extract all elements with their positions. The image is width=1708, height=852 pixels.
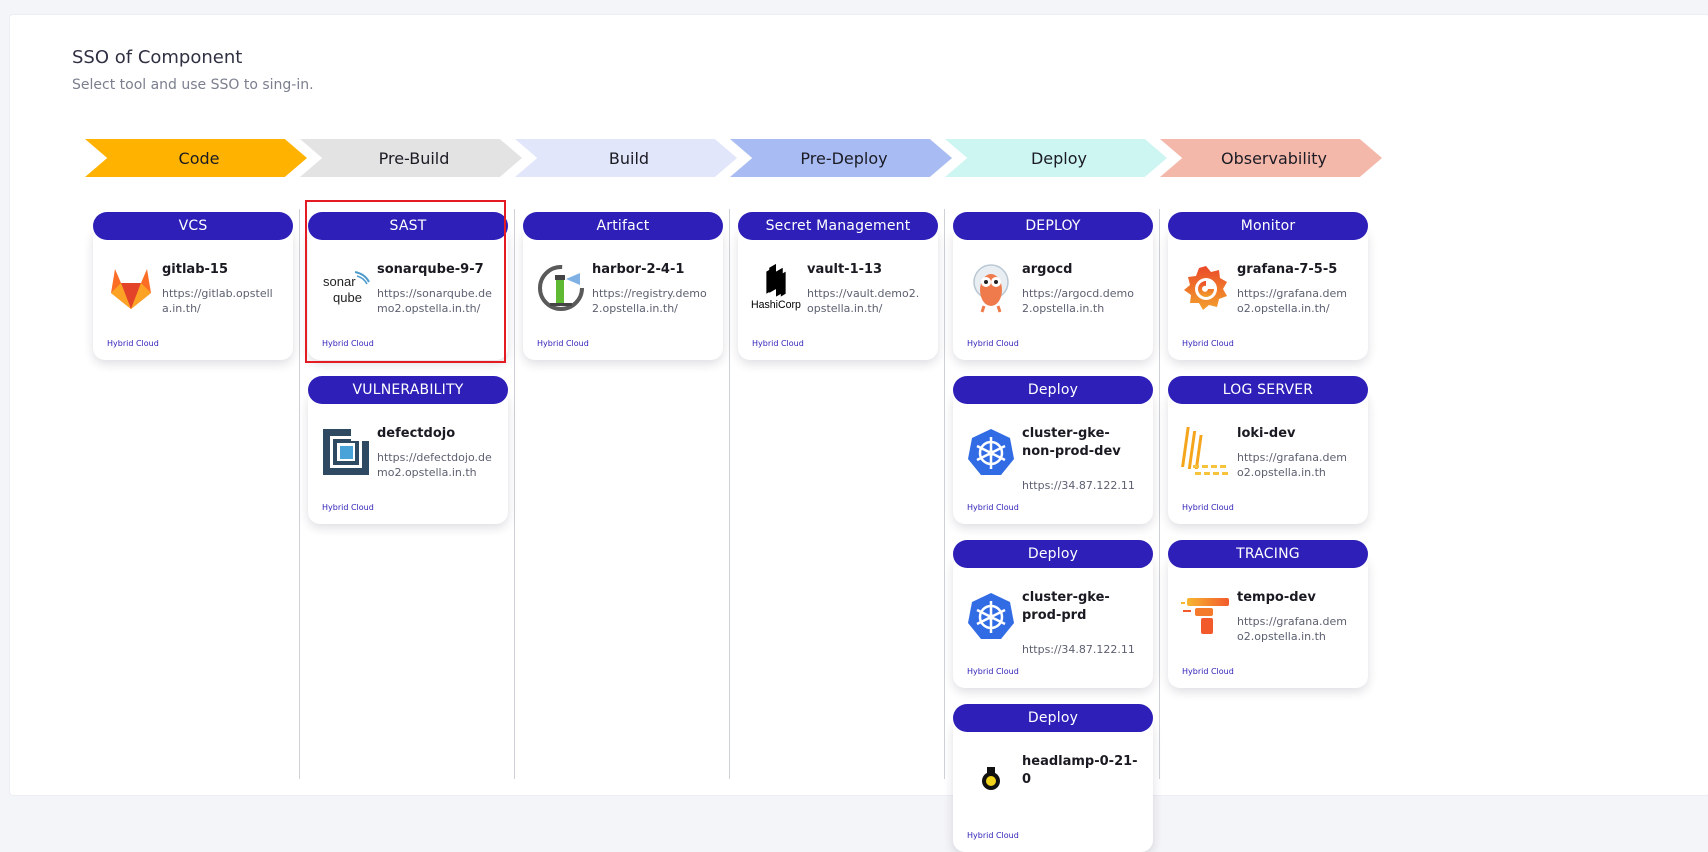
tool-url[interactable]: https://34.87.122.11: [1022, 478, 1137, 493]
hybrid-cloud-tag: Hybrid Cloud: [107, 339, 159, 348]
column-divider: [729, 209, 730, 779]
hybrid-cloud-tag: Hybrid Cloud: [322, 503, 374, 512]
hybrid-cloud-tag: Hybrid Cloud: [967, 831, 1019, 840]
card-category: Secret Management: [738, 212, 938, 240]
card-body[interactable]: cluster-gke-prod-prd https://34.87.122.11…: [953, 554, 1153, 688]
column-divider: [944, 209, 945, 779]
svg-text:sonar: sonar: [323, 274, 356, 289]
tool-name: cluster-gke-non-prod-dev: [1022, 426, 1121, 459]
card-body[interactable]: loki-dev https://grafana.demo2.opstella.i…: [1168, 390, 1368, 524]
tool-card-loki-dev[interactable]: LOG SERVER loki-dev https://grafana.demo2.…: [1168, 376, 1368, 524]
hybrid-cloud-tag: Hybrid Cloud: [752, 339, 804, 348]
card-body[interactable]: tempo-dev https://grafana.demo2.opstella.…: [1168, 554, 1368, 688]
card-body[interactable]: harbor-2-4-1 https://registry.demo2.opste…: [523, 226, 723, 360]
card-category: TRACING: [1168, 540, 1368, 568]
card-category: LOG SERVER: [1168, 376, 1368, 404]
svg-text:qube: qube: [333, 290, 362, 305]
hybrid-cloud-tag: Hybrid Cloud: [537, 339, 589, 348]
tool-url[interactable]: https://defectdojo.demo2.opstella.in.th: [377, 450, 492, 480]
tool-name: tempo-dev: [1237, 590, 1316, 605]
card-body[interactable]: sonar qube sonarqube-9-7 https://sonarqube.…: [308, 226, 508, 360]
hybrid-cloud-tag: Hybrid Cloud: [967, 503, 1019, 512]
tool-card-vault-1-13[interactable]: Secret Management HashiCorp vault-1-13 http…: [738, 212, 938, 360]
tool-url[interactable]: https://grafana.demo2.opstella.in.th: [1237, 450, 1352, 480]
card-category: Deploy: [953, 376, 1153, 404]
hybrid-cloud-tag: Hybrid Cloud: [322, 339, 374, 348]
tool-url[interactable]: https://registry.demo2.opstella.in.th/: [592, 286, 707, 316]
hybrid-cloud-tag: Hybrid Cloud: [1182, 667, 1234, 676]
card-body[interactable]: headlamp-0-21-0 Hybrid Cloud: [953, 718, 1153, 852]
tool-card-grafana-7-5-5[interactable]: Monitor grafana-7-5-5 https://grafana.demo…: [1168, 212, 1368, 360]
tool-name: gitlab-15: [162, 262, 228, 277]
card-category: Deploy: [953, 704, 1153, 732]
tool-name: defectdojo: [377, 426, 456, 441]
card-body[interactable]: cluster-gke-non-prod-dev https://34.87.12…: [953, 390, 1153, 524]
tool-card-headlamp-0-21-0[interactable]: Deploy headlamp-0-21-0 Hybrid Cloud: [953, 704, 1153, 852]
tempo-icon: [1180, 590, 1232, 642]
defectdojo-icon: [320, 426, 372, 478]
tool-card-sonarqube-9-7[interactable]: SAST sonar qube sonarqube-9-7 https://sonarq…: [308, 212, 508, 360]
grafana-icon: [1180, 262, 1232, 314]
tool-card-argocd[interactable]: DEPLOY argocd https://argocd.demo2.opstell…: [953, 212, 1153, 360]
card-category: Artifact: [523, 212, 723, 240]
tool-card-gitlab-15[interactable]: VCS gitlab-15 https://gitlab.opstella.in.t…: [93, 212, 293, 360]
tool-name: grafana-7-5-5: [1237, 262, 1338, 277]
tool-name: cluster-gke-prod-prd: [1022, 590, 1110, 623]
card-category: SAST: [308, 212, 508, 240]
tool-url[interactable]: https://gitlab.opstella.in.th/: [162, 286, 277, 316]
card-category: Deploy: [953, 540, 1153, 568]
kubernetes-icon: [965, 590, 1017, 642]
svg-text:HashiCorp: HashiCorp: [751, 299, 801, 311]
hybrid-cloud-tag: Hybrid Cloud: [967, 667, 1019, 676]
tool-name: vault-1-13: [807, 262, 883, 277]
card-category: DEPLOY: [953, 212, 1153, 240]
hashicorp-icon: HashiCorp: [750, 262, 802, 314]
tool-url[interactable]: https://grafana.demo2.opstella.in.th: [1237, 614, 1352, 644]
card-body[interactable]: defectdojo https://defectdojo.demo2.opste…: [308, 390, 508, 524]
column-divider: [514, 209, 515, 779]
hybrid-cloud-tag: Hybrid Cloud: [1182, 339, 1234, 348]
headlamp-icon: [965, 754, 1017, 806]
tool-name: loki-dev: [1237, 426, 1296, 441]
tool-url[interactable]: https://argocd.demo2.opstella.in.th: [1022, 286, 1137, 316]
card-body[interactable]: argocd https://argocd.demo2.opstella.in.t…: [953, 226, 1153, 360]
tool-name: argocd: [1022, 262, 1073, 277]
hybrid-cloud-tag: Hybrid Cloud: [967, 339, 1019, 348]
tool-card-harbor-2-4-1[interactable]: Artifact harbor-2-4-1 https://registry.dem…: [523, 212, 723, 360]
harbor-icon: [535, 262, 587, 314]
card-body[interactable]: gitlab-15 https://gitlab.opstella.in.th/H…: [93, 226, 293, 360]
gitlab-icon: [105, 262, 157, 314]
column-divider: [299, 209, 300, 779]
sonarqube-icon: sonar qube: [320, 262, 372, 314]
card-category: VULNERABILITY: [308, 376, 508, 404]
card-category: VCS: [93, 212, 293, 240]
tool-columns: VCS gitlab-15 https://gitlab.opstella.in.t…: [0, 0, 1708, 852]
tool-name: sonarqube-9-7: [377, 262, 484, 277]
card-body[interactable]: grafana-7-5-5 https://grafana.demo2.opste…: [1168, 226, 1368, 360]
tool-card-cluster-gke-non-prod-dev[interactable]: Deploy cluster-gke-non-prod-dev https://34…: [953, 376, 1153, 524]
hybrid-cloud-tag: Hybrid Cloud: [1182, 503, 1234, 512]
tool-name: headlamp-0-21-0: [1022, 754, 1138, 787]
tool-url[interactable]: https://grafana.demo2.opstella.in.th/: [1237, 286, 1352, 316]
tool-url[interactable]: https://vault.demo2.opstella.in.th/: [807, 286, 922, 316]
tool-url[interactable]: https://34.87.122.11: [1022, 642, 1137, 657]
kubernetes-icon: [965, 426, 1017, 478]
tool-card-defectdojo[interactable]: VULNERABILITY defectdojo https://defectdoj…: [308, 376, 508, 524]
column-divider: [1159, 209, 1160, 779]
loki-icon: [1180, 426, 1232, 478]
tool-url[interactable]: https://sonarqube.demo2.opstella.in.th/: [377, 286, 492, 316]
card-body[interactable]: HashiCorp vault-1-13 https://vault.demo2.o…: [738, 226, 938, 360]
card-category: Monitor: [1168, 212, 1368, 240]
argocd-icon: [965, 262, 1017, 314]
tool-name: harbor-2-4-1: [592, 262, 685, 277]
tool-card-cluster-gke-prod-prd[interactable]: Deploy cluster-gke-prod-prd https://34.87.…: [953, 540, 1153, 688]
tool-card-tempo-dev[interactable]: TRACING tempo-dev https://grafana.demo2.op…: [1168, 540, 1368, 688]
